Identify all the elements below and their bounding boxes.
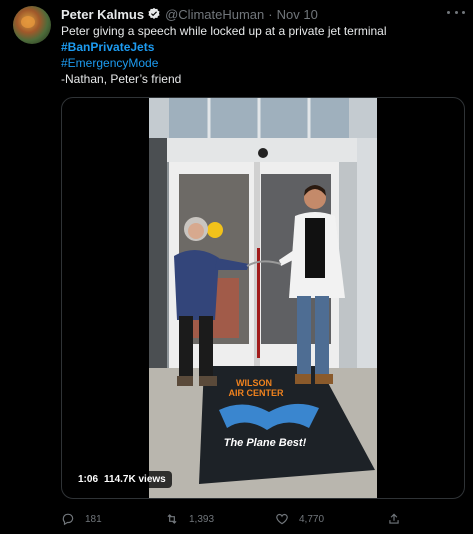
share-button[interactable] bbox=[387, 512, 411, 526]
rug-text-line2: AIR CENTER bbox=[228, 388, 284, 398]
like-button[interactable]: 4,770 bbox=[275, 512, 324, 526]
tweet-actions: 181 1,393 4,770 bbox=[61, 512, 465, 528]
rug-slogan: The Plane Best! bbox=[224, 437, 307, 449]
separator-dot: · bbox=[268, 6, 273, 22]
tweet-signature: -Nathan, Peter’s friend bbox=[61, 72, 182, 86]
video-scene: WILSON AIR CENTER The Plane Best! bbox=[149, 98, 377, 498]
author-handle[interactable]: @ClimateHuman bbox=[165, 7, 264, 22]
author-name[interactable]: Peter Kalmus bbox=[61, 7, 144, 22]
video-frame[interactable]: WILSON AIR CENTER The Plane Best! bbox=[149, 98, 377, 498]
video-stats-overlay: 1:06 114.7K views bbox=[72, 471, 172, 488]
like-count: 4,770 bbox=[299, 513, 325, 525]
tweet-date[interactable]: Nov 10 bbox=[277, 7, 318, 22]
tweet-header: Peter Kalmus @ClimateHuman · Nov 10 bbox=[61, 6, 318, 22]
avatar[interactable] bbox=[13, 6, 51, 44]
reply-button[interactable]: 181 bbox=[61, 512, 102, 526]
hashtag-link-emergencymode[interactable]: #EmergencyMode bbox=[61, 55, 158, 71]
reply-count: 181 bbox=[85, 513, 102, 525]
verified-badge-icon bbox=[147, 7, 161, 21]
rug-text-line1: WILSON bbox=[236, 378, 272, 388]
hashtag-link-banprivatejets[interactable]: #BanPrivateJets bbox=[61, 39, 154, 55]
retweet-count: 1,393 bbox=[189, 513, 215, 525]
reply-icon bbox=[62, 513, 74, 526]
video-player[interactable]: WILSON AIR CENTER The Plane Best! 1:06 1… bbox=[61, 97, 465, 499]
retweet-icon bbox=[167, 514, 177, 524]
heart-icon bbox=[276, 513, 288, 525]
video-duration: 1:06 bbox=[78, 474, 99, 485]
tweet: Peter Kalmus @ClimateHuman · Nov 10 Pete… bbox=[0, 0, 473, 534]
more-options-icon[interactable] bbox=[447, 7, 465, 17]
tweet-text: Peter giving a speech while locked up at… bbox=[61, 24, 387, 38]
share-icon bbox=[389, 513, 399, 524]
video-views: 114.7K views bbox=[104, 474, 166, 485]
retweet-button[interactable]: 1,393 bbox=[165, 512, 214, 526]
